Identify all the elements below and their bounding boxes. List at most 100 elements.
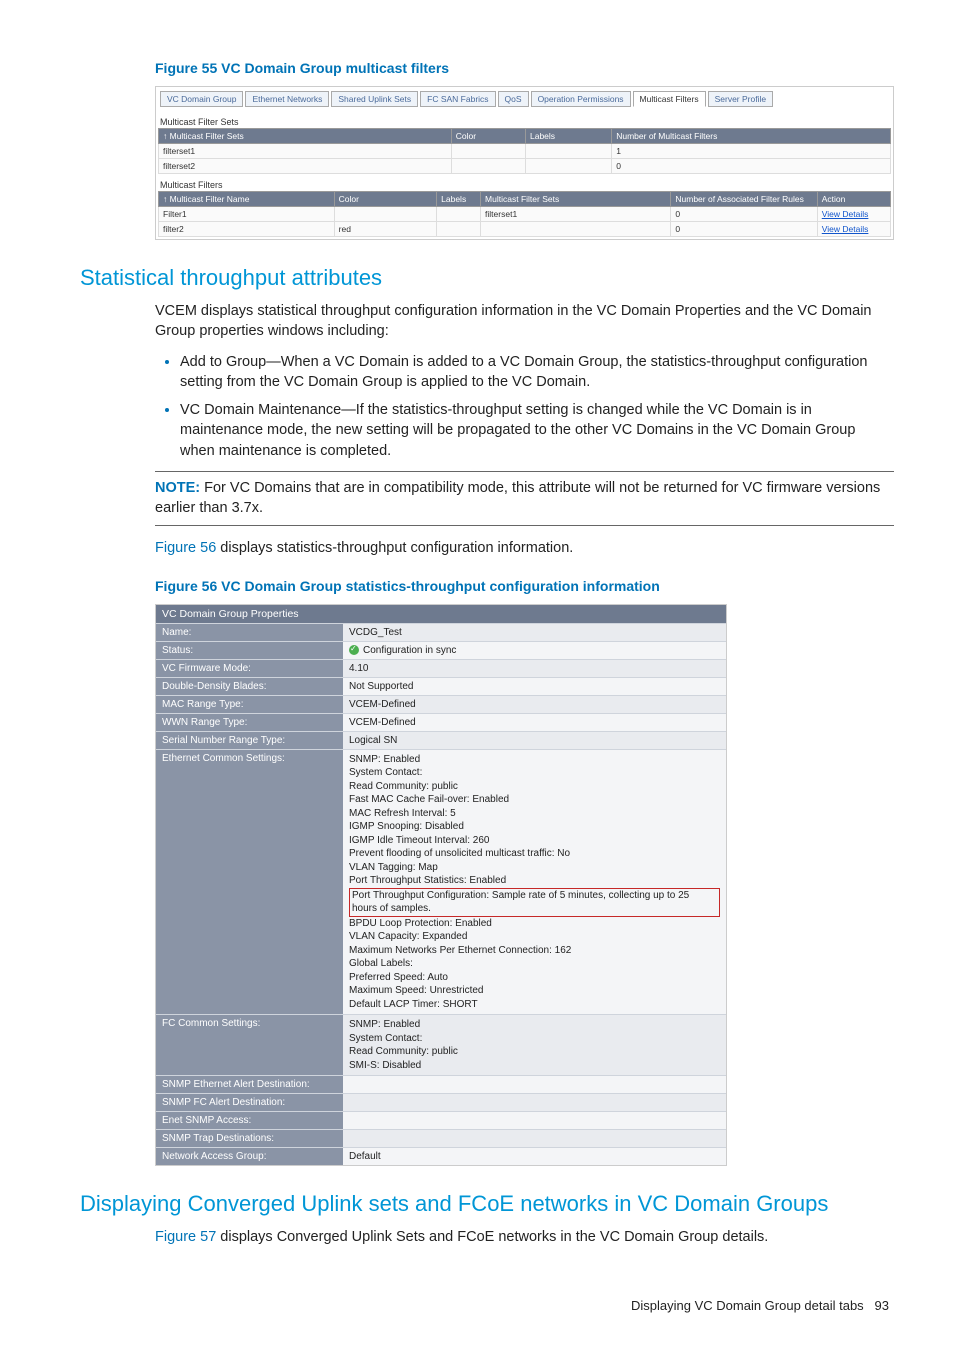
table-row: filterset20 [159,159,891,174]
fig55-t2-header[interactable]: Color [334,192,436,207]
fig56-value: Not Supported [343,678,726,695]
section-title-statistical: Statistical throughput attributes [80,265,894,291]
fig56-eth-line: Fast MAC Cache Fail-over: Enabled [349,793,720,807]
fig56-value [343,1094,726,1111]
fig56-label: SNMP FC Alert Destination: [156,1094,343,1111]
cell: filterset2 [159,159,452,174]
cell [481,222,671,237]
cell [437,207,481,222]
note-body: For VC Domains that are in compatibility… [155,480,880,516]
fig55-t2-header[interactable]: Action [817,192,890,207]
fig56-eth-highlighted-line: Port Throughput Configuration: Sample ra… [349,888,720,917]
fig56-row-fc: FC Common Settings: SNMP: EnabledSystem … [156,1014,726,1075]
fig56-fc-line: SNMP: Enabled [349,1018,720,1032]
cell [437,222,481,237]
cell[interactable]: View Details [817,222,890,237]
fig56-value [343,1130,726,1147]
fig55-tab-4[interactable]: QoS [498,91,529,107]
fig55-t1-header[interactable]: ↑ Multicast Filter Sets [159,129,452,144]
section-title-converged: Displaying Converged Uplink sets and FCo… [80,1191,894,1217]
figure-55-caption: Figure 55 VC Domain Group multicast filt… [155,60,894,76]
fig55-tab-6[interactable]: Multicast Filters [633,91,706,107]
fig55-tab-3[interactable]: FC SAN Fabrics [420,91,495,107]
fig56-row: Enet SNMP Access: [156,1111,726,1129]
fig55-t2-header[interactable]: ↑ Multicast Filter Name [159,192,335,207]
fig56-row: WWN Range Type:VCEM-Defined [156,713,726,731]
fig55-tab-5[interactable]: Operation Permissions [531,91,631,107]
fig55-t2-header[interactable]: Labels [437,192,481,207]
figure-56-caption: Figure 56 VC Domain Group statistics-thr… [155,578,894,594]
fig56-link[interactable]: Figure 56 [155,540,216,556]
page-footer: Displaying VC Domain Group detail tabs 9… [80,1298,894,1313]
fig56-eth-line: BPDU Loop Protection: Enabled [349,917,720,931]
fig56-row: Name:VCDG_Test [156,623,726,641]
fig56-lead-rest: displays statistics-throughput configura… [216,540,573,556]
table-row: filterset1 1 [159,144,891,159]
fig55-tab-0[interactable]: VC Domain Group [160,91,243,107]
view-details-link[interactable]: View Details [822,209,869,219]
fig56-row: SNMP FC Alert Destination: [156,1093,726,1111]
fig56-row: MAC Range Type:VCEM-Defined [156,695,726,713]
fig56-value: VCDG_Test [343,624,726,641]
fig56-value: 4.10 [343,660,726,677]
fig56-lead: Figure 56 displays statistics-throughput… [155,538,894,558]
cell: 0 [671,207,817,222]
fig55-t1-header[interactable]: Labels [526,129,612,144]
cell: filterset1 [481,207,671,222]
list-item: Add to Group—When a VC Domain is added t… [180,352,894,393]
table-row: Filter1filterset10View Details [159,207,891,222]
fig56-eth-line: Read Community: public [349,780,720,794]
fig55-t1-header[interactable]: Number of Multicast Filters [612,129,891,144]
fig55-tab-2[interactable]: Shared Uplink Sets [331,91,418,107]
fig55-table-filtersets: ↑ Multicast Filter SetsColorLabelsNumber… [158,128,891,174]
figure-56-screenshot: VC Domain Group Properties Name:VCDG_Tes… [155,604,727,1167]
fig56-eth-label: Ethernet Common Settings: [156,750,343,1015]
fig55-t2-header[interactable]: Multicast Filter Sets [481,192,671,207]
fig56-row: Network Access Group:Default [156,1147,726,1165]
fig56-row: SNMP Ethernet Alert Destination: [156,1075,726,1093]
section1-intro: VCEM displays statistical throughput con… [155,301,894,342]
fig55-t1-header[interactable]: Color [451,129,525,144]
fig56-label: Status: [156,642,343,659]
fig56-label: SNMP Trap Destinations: [156,1130,343,1147]
fig56-label: Network Access Group: [156,1148,343,1165]
view-details-link[interactable]: View Details [822,224,869,234]
fig56-row: Serial Number Range Type:Logical SN [156,731,726,749]
fig56-label: VC Firmware Mode: [156,660,343,677]
fig56-row: Status:Configuration in sync [156,641,726,659]
fig55-t2-header[interactable]: Number of Associated Filter Rules [671,192,817,207]
cell: 1 [612,144,891,159]
cell[interactable]: View Details [817,207,890,222]
fig57-link[interactable]: Figure 57 [155,1229,216,1245]
fig56-fc-line: SMI-S: Disabled [349,1059,720,1073]
cell [526,159,612,174]
footer-text: Displaying VC Domain Group detail tabs [631,1298,864,1313]
fig56-label: WWN Range Type: [156,714,343,731]
section1-bullets: Add to Group—When a VC Domain is added t… [155,352,894,461]
fig56-eth-line: Prevent flooding of unsolicited multicas… [349,847,720,861]
note-label: NOTE: [155,480,200,496]
fig56-value: Default [343,1148,726,1165]
figure-55-screenshot: VC Domain GroupEthernet NetworksShared U… [155,86,894,240]
fig56-panel-title: VC Domain Group Properties [156,605,726,623]
fig56-label: Enet SNMP Access: [156,1112,343,1129]
fig56-label: Double-Density Blades: [156,678,343,695]
fig56-eth-line: IGMP Snooping: Disabled [349,820,720,834]
fig56-label: SNMP Ethernet Alert Destination: [156,1076,343,1093]
cell: filterset1 [159,144,452,159]
fig56-eth-line: MAC Refresh Interval: 5 [349,807,720,821]
fig56-eth-line: Preferred Speed: Auto [349,971,720,985]
fig57-lead: Figure 57 displays Converged Uplink Sets… [155,1227,894,1247]
fig56-value: Logical SN [343,732,726,749]
cell [451,159,525,174]
cell [334,207,436,222]
cell: red [334,222,436,237]
fig55-tab-7[interactable]: Server Profile [708,91,774,107]
fig56-eth-line: Maximum Speed: Unrestricted [349,984,720,998]
fig56-eth-value: SNMP: EnabledSystem Contact:Read Communi… [343,750,726,1015]
fig56-fc-value: SNMP: EnabledSystem Contact:Read Communi… [343,1015,726,1075]
fig55-section1-label: Multicast Filter Sets [158,111,891,128]
fig56-fc-line: System Contact: [349,1032,720,1046]
fig55-tab-1[interactable]: Ethernet Networks [245,91,329,107]
fig56-row: SNMP Trap Destinations: [156,1129,726,1147]
